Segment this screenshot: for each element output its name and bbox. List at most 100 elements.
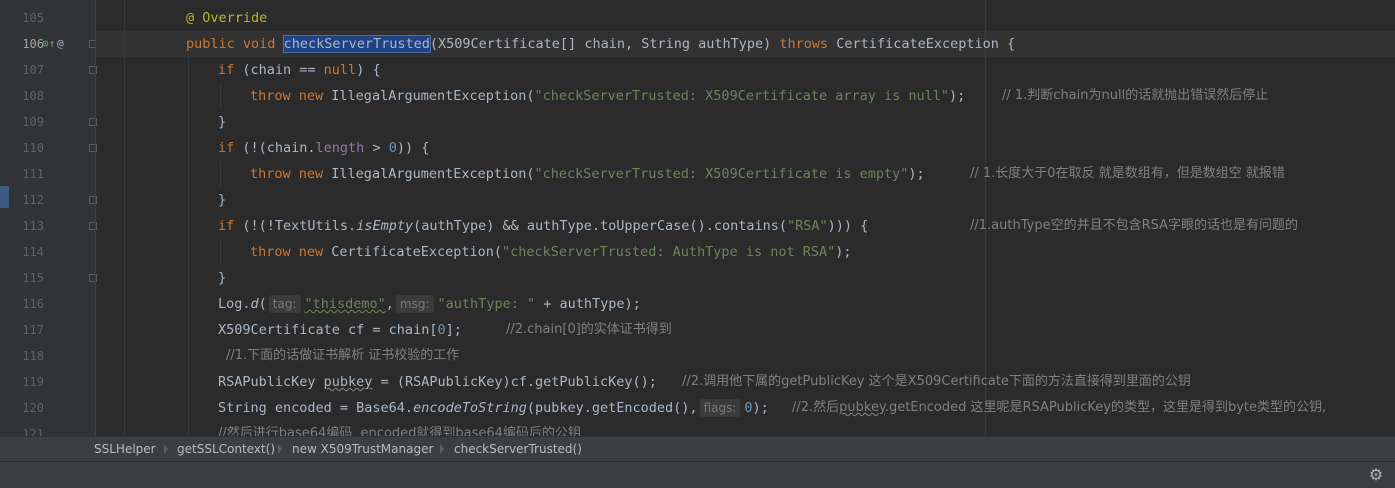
code-line[interactable]: if (chain == null) {	[96, 57, 1395, 83]
code-line[interactable]: //然后进行base64编码 encoded就得到base64编码后的公钥	[96, 421, 1395, 436]
breadcrumb-item[interactable]: getSSLContext()	[177, 437, 275, 461]
code-text: throw new CertificateException("checkSer…	[250, 239, 852, 265]
comment-fragment: .getEncoded 这里呢是RSAPublicKey的类型，这里是得到byt…	[884, 400, 1327, 415]
code-line[interactable]: Log.d(tag: "thisdemo", msg: "authType: " + …	[96, 291, 1395, 317]
number-literal: 0	[388, 140, 397, 156]
keyword: null	[323, 62, 357, 78]
code-fragment: IllegalArgumentException(	[323, 166, 535, 182]
line-number: 116	[22, 297, 44, 311]
editor-gutter[interactable]: 105 106 107 108 109 110 111 112 113 114 …	[9, 0, 97, 441]
code-fragment: );	[908, 166, 925, 182]
code-line[interactable]: }	[96, 109, 1395, 135]
code-line[interactable]: //1.下面的话做证书解析 证书校验的工作	[96, 343, 1395, 369]
code-fragment: = (RSAPublicKey)cf.getPublicKey();	[372, 374, 657, 390]
code-text: String encoded = Base64.encodeToString(p…	[218, 395, 769, 421]
string-literal: "RSA"	[786, 218, 828, 234]
keyword: throw	[250, 166, 291, 182]
code-comment: //然后进行base64编码 encoded就得到base64编码后的公钥	[218, 426, 581, 436]
code-line[interactable]: }	[96, 265, 1395, 291]
comment-fragment: //2.然后	[792, 400, 840, 415]
code-line[interactable]: X509Certificate cf = chain[0]; //2.chain…	[96, 317, 1395, 343]
code-comment: //2.然后pubkey.getEncoded 这里呢是RSAPublicKey…	[792, 395, 1326, 421]
code-fragment: );	[752, 400, 769, 416]
variable-name: pubkey	[323, 374, 373, 390]
keyword: if	[218, 62, 235, 78]
line-number: 109	[22, 115, 44, 129]
code-fragment: X509Certificate cf = chain[	[218, 322, 438, 338]
code-fragment: ) {	[356, 62, 381, 78]
code-text: }	[218, 114, 227, 130]
code-comment: // 1.判断chain为null的话就抛出错误然后停止	[1002, 88, 1269, 103]
code-fragment: IllegalArgumentException(	[323, 88, 535, 104]
gear-icon[interactable]: ⚙	[1367, 466, 1385, 484]
code-fragment: (!(!TextUtils.	[234, 218, 357, 234]
keyword: public	[186, 36, 235, 52]
code-line[interactable]: }	[96, 187, 1395, 213]
code-fragment: >	[364, 140, 389, 156]
override-annotation: @ Override	[186, 10, 268, 26]
line-number: 113	[22, 219, 44, 233]
keyword: if	[218, 140, 235, 156]
keyword: throw	[250, 88, 291, 104]
code-text: throw new IllegalArgumentException("chec…	[250, 161, 925, 187]
breadcrumb-item[interactable]: new X509TrustManager	[292, 437, 433, 461]
breadcrumb-item[interactable]: SSLHelper	[94, 437, 156, 461]
breadcrumb: SSLHelper getSSLContext() new X509TrustM…	[0, 436, 1395, 461]
code-line[interactable]: throw new CertificateException("checkSer…	[96, 239, 1395, 265]
code-line[interactable]: if (!(chain.length > 0)) {	[96, 135, 1395, 161]
code-text: X509Certificate cf = chain[0];	[218, 317, 462, 343]
code-comment: //2.调用他下属的getPublicKey 这个是X509Certificat…	[682, 374, 1191, 389]
code-fragment: (X509Certificate[] chain, String authTyp…	[429, 36, 780, 52]
string-literal: "authType: "	[437, 296, 536, 312]
parameter-hint: tag:	[268, 295, 301, 313]
keyword: new	[298, 244, 324, 260]
code-fragment: CertificateException {	[828, 36, 1016, 52]
code-fragment: (pubkey.getEncoded(),	[526, 400, 698, 416]
code-fragment: );	[949, 88, 966, 104]
breadcrumb-separator	[164, 444, 168, 454]
breadcrumb-separator	[278, 444, 282, 454]
line-number: 111	[22, 167, 44, 181]
line-number: 107	[22, 63, 44, 77]
code-fragment: ))) {	[827, 218, 869, 234]
number-literal: 0	[437, 322, 446, 338]
code-line[interactable]: throw new IllegalArgumentException("chec…	[96, 83, 1395, 109]
code-line[interactable]: public void checkServerTrusted(X509Certi…	[96, 31, 1395, 57]
code-line[interactable]: if (!(!TextUtils.isEmpty(authType) && au…	[96, 213, 1395, 239]
at-sign-icon[interactable]: @	[57, 31, 64, 57]
override-arrow-icon[interactable]: ⊙↑	[42, 31, 55, 57]
breadcrumb-item[interactable]: checkServerTrusted()	[454, 437, 582, 461]
code-fragment: )) {	[396, 140, 430, 156]
keyword: new	[298, 166, 324, 182]
code-fragment: Log.	[218, 296, 251, 312]
line-number: 112	[22, 193, 44, 207]
code-comment: //2.chain[0]的实体证书得到	[506, 322, 672, 337]
code-fragment: String encoded = Base64.	[218, 400, 414, 416]
line-number: 119	[22, 375, 44, 389]
line-number: 108	[22, 89, 44, 103]
code-fragment: (chain ==	[234, 62, 324, 78]
static-method: isEmpty	[356, 218, 414, 234]
string-literal: "checkServerTrusted: X509Certificate arr…	[534, 88, 950, 104]
line-number: 110	[22, 141, 44, 155]
code-line[interactable]: String encoded = Base64.encodeToString(p…	[96, 395, 1395, 421]
line-number: 117	[22, 323, 44, 337]
code-fragment: (!(chain.	[234, 140, 316, 156]
code-editor[interactable]: @ Override public void checkServerTruste…	[96, 0, 1395, 436]
selected-method-name: checkServerTrusted	[282, 35, 431, 53]
comment-fragment: pubkey	[839, 400, 885, 415]
structure-strip	[0, 0, 9, 436]
code-text: Log.d(tag: "thisdemo", msg: "authType: " + …	[218, 291, 641, 317]
keyword: new	[298, 88, 324, 104]
parameter-hint: msg:	[395, 295, 434, 313]
code-comment: //1.authType空的并且不包含RSA字眼的话也是有问题的	[970, 218, 1298, 233]
static-method: encodeToString	[413, 400, 527, 416]
code-line[interactable]: @ Override	[96, 5, 1395, 31]
string-literal: "checkServerTrusted: AuthType is not RSA…	[501, 244, 836, 260]
keyword: if	[218, 218, 235, 234]
code-fragment: CertificateException(	[323, 244, 502, 260]
string-literal: "checkServerTrusted: X509Certificate is …	[534, 166, 909, 182]
breadcrumb-separator	[440, 444, 444, 454]
code-line[interactable]: throw new IllegalArgumentException("chec…	[96, 161, 1395, 187]
code-line[interactable]: RSAPublicKey pubkey = (RSAPublicKey)cf.g…	[96, 369, 1395, 395]
